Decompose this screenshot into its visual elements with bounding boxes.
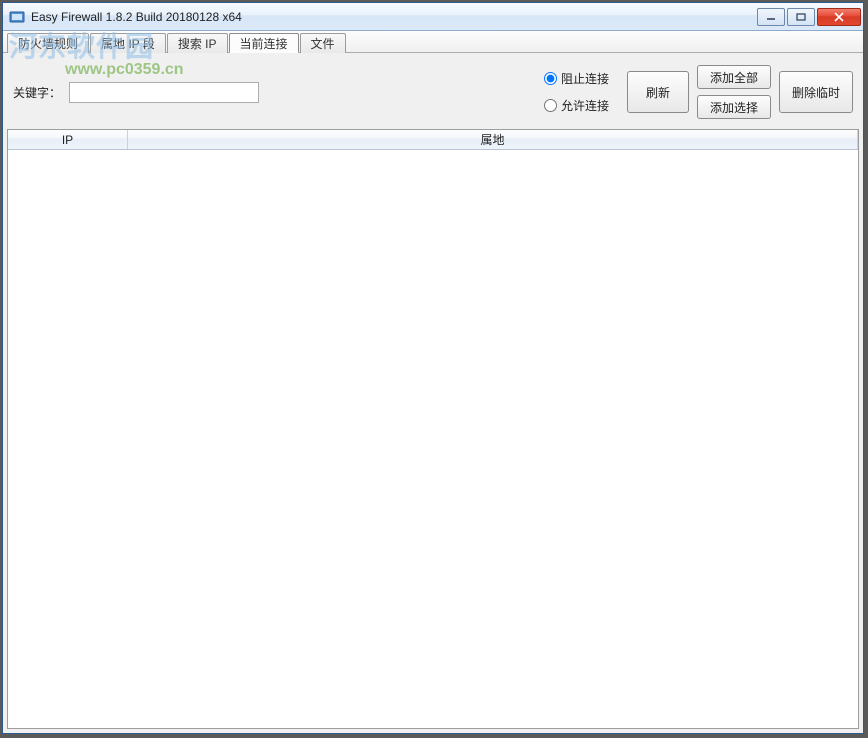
table-body[interactable]: [8, 150, 858, 728]
app-window: Easy Firewall 1.8.2 Build 20180128 x64 防…: [2, 2, 864, 734]
keyword-input[interactable]: [69, 82, 259, 103]
delete-temp-button[interactable]: 删除临时: [779, 71, 853, 113]
refresh-button[interactable]: 刷新: [627, 71, 689, 113]
tab-label: 属地 IP 段: [101, 35, 155, 52]
add-selected-button[interactable]: 添加选择: [697, 95, 771, 119]
minimize-button[interactable]: [757, 8, 785, 26]
toolbar: 关键字： 阻止连接 允许连接 刷新 添加全部 添加选择 删除临时: [7, 57, 859, 125]
tab-firewall-rules[interactable]: 防火墙规则: [7, 33, 89, 53]
tab-file[interactable]: 文件: [300, 33, 346, 53]
radio-block-label: 阻止连接: [561, 70, 609, 87]
window-controls: [757, 8, 861, 26]
window-title: Easy Firewall 1.8.2 Build 20180128 x64: [31, 10, 757, 24]
app-icon: [9, 9, 25, 25]
tab-label: 文件: [311, 35, 335, 52]
radio-allow-connection[interactable]: 允许连接: [544, 97, 609, 114]
add-button-group: 添加全部 添加选择: [697, 65, 771, 119]
close-button[interactable]: [817, 8, 861, 26]
radio-block-connection[interactable]: 阻止连接: [544, 70, 609, 87]
add-all-button[interactable]: 添加全部: [697, 65, 771, 89]
keyword-label: 关键字：: [13, 84, 61, 101]
column-header-location[interactable]: 属地: [128, 130, 858, 149]
tab-label: 防火墙规则: [18, 35, 78, 52]
table-header: IP 属地: [8, 130, 858, 150]
maximize-button[interactable]: [787, 8, 815, 26]
tab-search-ip[interactable]: 搜索 IP: [167, 33, 228, 53]
radio-block-input[interactable]: [544, 72, 557, 85]
radio-allow-input[interactable]: [544, 99, 557, 112]
tab-current-connections[interactable]: 当前连接: [229, 33, 299, 53]
tab-strip: 防火墙规则 属地 IP 段 搜索 IP 当前连接 文件: [3, 31, 863, 53]
connection-mode-group: 阻止连接 允许连接: [544, 70, 609, 114]
tab-location-ip-range[interactable]: 属地 IP 段: [90, 33, 166, 53]
radio-allow-label: 允许连接: [561, 97, 609, 114]
tab-label: 当前连接: [240, 35, 288, 52]
content-pane: 关键字： 阻止连接 允许连接 刷新 添加全部 添加选择 删除临时: [3, 53, 863, 733]
connections-table: IP 属地: [7, 129, 859, 729]
title-bar: Easy Firewall 1.8.2 Build 20180128 x64: [3, 3, 863, 31]
tab-label: 搜索 IP: [178, 35, 217, 52]
column-header-ip[interactable]: IP: [8, 130, 128, 149]
